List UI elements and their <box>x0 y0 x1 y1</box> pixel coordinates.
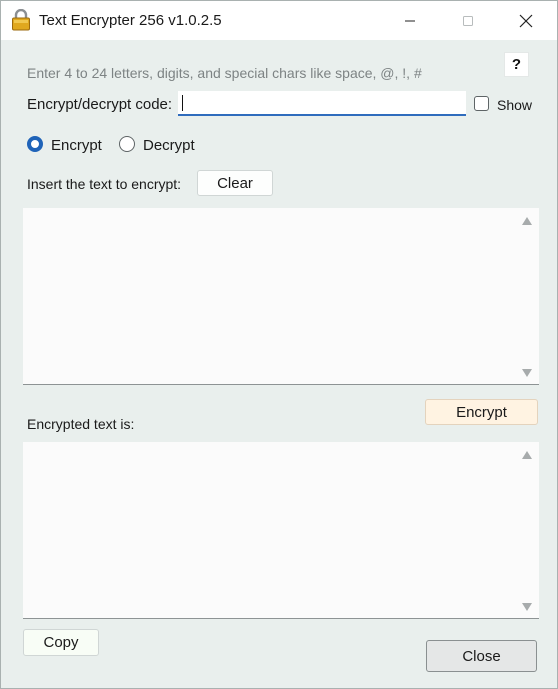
decrypt-radio-label[interactable]: Decrypt <box>143 137 195 154</box>
encrypt-button[interactable]: Encrypt <box>425 399 538 425</box>
window-title: Text Encrypter 256 v1.0.2.5 <box>39 12 222 29</box>
output-text-label: Encrypted text is: <box>27 416 135 432</box>
app-window: Text Encrypter 256 v1.0.2.5 Enter 4 to 2… <box>0 0 558 689</box>
maximize-icon <box>463 15 473 26</box>
minimize-icon <box>405 20 415 21</box>
code-input[interactable] <box>178 91 466 116</box>
scroll-down-icon[interactable] <box>522 369 532 377</box>
title-bar[interactable]: Text Encrypter 256 v1.0.2.5 <box>1 1 557 40</box>
show-label[interactable]: Show <box>497 97 532 113</box>
encrypt-radio-label[interactable]: Encrypt <box>51 137 102 154</box>
input-text-label: Insert the text to encrypt: <box>27 176 182 192</box>
output-textarea[interactable] <box>23 442 539 619</box>
copy-button[interactable]: Copy <box>23 629 99 656</box>
close-button[interactable]: Close <box>426 640 537 672</box>
encrypt-radio[interactable] <box>27 136 43 152</box>
decrypt-radio[interactable] <box>119 136 135 152</box>
text-caret <box>182 95 183 111</box>
minimize-button[interactable] <box>387 1 433 40</box>
scroll-up-icon[interactable] <box>522 451 532 459</box>
padlock-icon <box>12 9 30 31</box>
clear-button[interactable]: Clear <box>197 170 273 196</box>
scroll-down-icon[interactable] <box>522 603 532 611</box>
scroll-up-icon[interactable] <box>522 217 532 225</box>
code-label: Encrypt/decrypt code: <box>27 96 173 113</box>
show-checkbox[interactable] <box>474 96 489 111</box>
code-hint: Enter 4 to 24 letters, digits, and speci… <box>27 65 422 81</box>
input-textarea[interactable] <box>23 208 539 385</box>
close-window-button[interactable] <box>503 1 549 40</box>
close-icon <box>519 14 533 27</box>
maximize-button[interactable] <box>445 1 491 40</box>
help-button[interactable]: ? <box>504 52 529 77</box>
